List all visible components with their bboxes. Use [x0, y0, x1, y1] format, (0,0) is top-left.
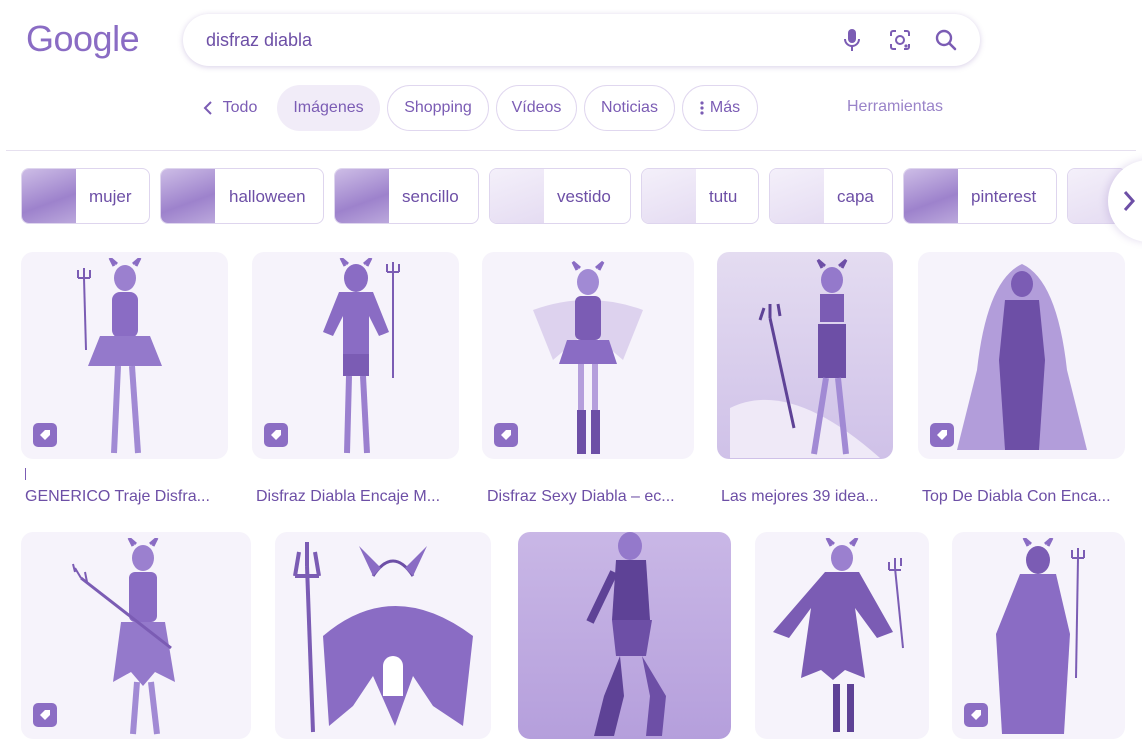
costume-figure	[995, 538, 1085, 734]
tab-all[interactable]: Todo	[190, 85, 270, 131]
result-image[interactable]	[518, 532, 731, 739]
product-tag-icon	[33, 703, 57, 727]
chip-halloween[interactable]: halloween	[160, 168, 324, 224]
tab-label: Imágenes	[293, 99, 364, 116]
divider	[6, 150, 1136, 151]
chip-label: halloween	[229, 187, 306, 206]
back-chevron-icon	[203, 101, 213, 115]
tab-label: Shopping	[404, 99, 472, 116]
google-logo[interactable]: Google	[26, 18, 140, 60]
tab-label: Todo	[222, 99, 258, 116]
chip-thumbnail	[22, 169, 76, 223]
search-box[interactable]: disfraz diabla	[183, 14, 980, 66]
chip-label: pinterest	[971, 187, 1037, 206]
product-tag-icon	[964, 703, 988, 727]
costume-figure	[956, 264, 1087, 450]
search-icon[interactable]	[933, 27, 959, 53]
chip-pinterest[interactable]: pinterest	[903, 168, 1057, 224]
chip-capa[interactable]: capa	[769, 168, 893, 224]
result-image[interactable]	[21, 532, 251, 739]
text-cursor	[25, 468, 26, 480]
result-caption[interactable]: Top De Diabla Con Enca...	[922, 488, 1125, 506]
costume-figure	[585, 532, 666, 736]
search-input[interactable]: disfraz diabla	[206, 30, 312, 51]
result-image[interactable]	[275, 532, 491, 739]
microphone-icon[interactable]	[839, 27, 865, 53]
costume-accessories	[293, 542, 473, 733]
tab-more[interactable]: Más	[682, 85, 758, 131]
costume-figure	[533, 260, 643, 454]
tab-shopping[interactable]: Shopping	[387, 85, 489, 131]
costume-figure	[773, 538, 904, 732]
chip-thumbnail	[642, 169, 696, 223]
product-tag-icon	[930, 423, 954, 447]
product-tag-icon	[494, 423, 518, 447]
google-lens-icon[interactable]	[887, 27, 913, 53]
result-image[interactable]	[717, 252, 893, 459]
chevron-right-icon	[1123, 191, 1136, 211]
chip-thumbnail	[335, 169, 389, 223]
tools-button[interactable]: Herramientas	[847, 98, 943, 116]
result-image[interactable]	[482, 252, 694, 459]
tab-label: Más	[709, 99, 741, 116]
product-tag-icon	[264, 423, 288, 447]
chip-thumbnail	[490, 169, 544, 223]
result-caption[interactable]: Disfraz Sexy Diabla – ec...	[487, 488, 692, 506]
costume-figure	[322, 258, 400, 454]
chip-tutu[interactable]: tutu	[641, 168, 759, 224]
chip-thumbnail	[904, 169, 958, 223]
result-image[interactable]	[21, 252, 228, 459]
result-image[interactable]	[952, 532, 1125, 739]
chip-label: mujer	[89, 187, 132, 206]
result-image[interactable]	[252, 252, 459, 459]
costume-figure	[730, 258, 880, 458]
result-image[interactable]	[755, 532, 929, 739]
result-image[interactable]	[918, 252, 1125, 459]
tab-label: Noticias	[601, 99, 658, 116]
costume-figure	[76, 258, 162, 454]
result-caption[interactable]: Las mejores 39 idea...	[721, 488, 893, 506]
costume-figure	[72, 538, 175, 735]
chip-thumbnail	[770, 169, 824, 223]
chip-label: vestido	[557, 187, 611, 206]
tab-videos[interactable]: Vídeos	[496, 85, 577, 131]
tab-images[interactable]: Imágenes	[277, 85, 380, 131]
chip-label: tutu	[709, 187, 738, 206]
chip-thumbnail	[161, 169, 215, 223]
more-dots-icon	[700, 101, 704, 115]
product-tag-icon	[33, 423, 57, 447]
tab-news[interactable]: Noticias	[584, 85, 675, 131]
chip-vestido[interactable]: vestido	[489, 168, 631, 224]
chip-label: capa	[837, 187, 874, 206]
result-caption[interactable]: GENERICO Traje Disfra...	[25, 488, 225, 506]
tab-label: Vídeos	[511, 99, 562, 116]
chip-label: sencillo	[402, 187, 459, 206]
result-caption[interactable]: Disfraz Diabla Encaje M...	[256, 488, 456, 506]
chip-sencillo[interactable]: sencillo	[334, 168, 479, 224]
chip-mujer[interactable]: mujer	[21, 168, 150, 224]
